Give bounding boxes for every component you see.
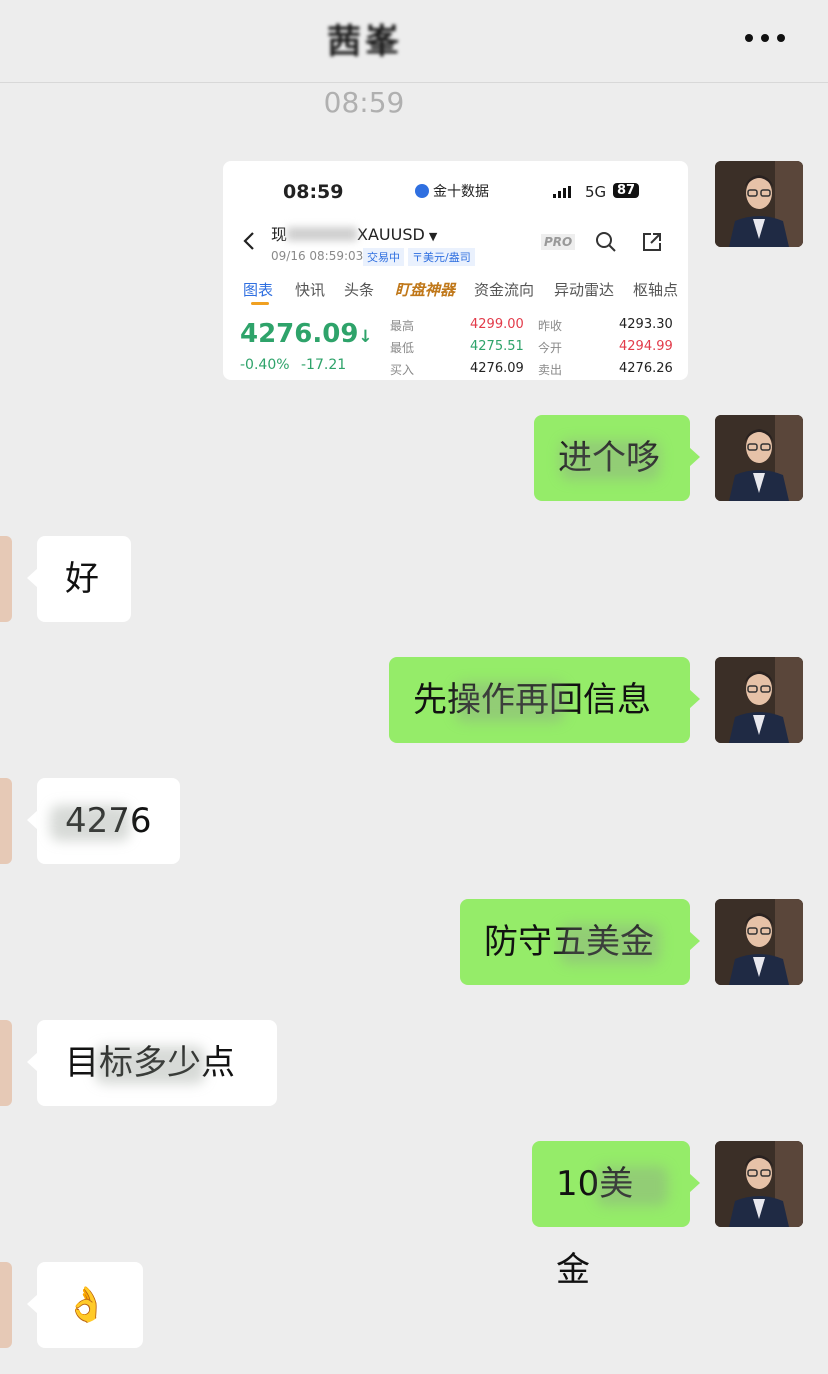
current-price: 4276.09↓ <box>240 319 373 349</box>
message-timestamp: 08:59 <box>323 86 405 119</box>
stat-label-ask: 卖出 <box>538 363 563 377</box>
privacy-blur <box>455 682 565 722</box>
stat-label-high: 最高 <box>390 319 415 333</box>
screenshot-app-name: 金十数据 <box>433 184 489 200</box>
stat-value-ask: 4276.26 <box>619 361 673 376</box>
screenshot-app-label: 金十数据 <box>415 181 489 201</box>
contact-avatar[interactable] <box>0 536 12 622</box>
back-arrow-icon[interactable] <box>243 231 255 255</box>
instrument-symbol: XAUUSD <box>357 225 425 244</box>
screenshot-status-time: 08:59 <box>283 181 344 203</box>
dropdown-caret-icon[interactable]: ▼ <box>429 230 437 243</box>
my-avatar[interactable] <box>715 415 803 501</box>
tab-pivot-points[interactable]: 枢轴点 <box>633 279 678 300</box>
stat-value-open: 4294.99 <box>619 339 673 354</box>
stat-value-high: 4299.00 <box>470 317 524 332</box>
shared-screenshot-message[interactable]: 08:59 金十数据 5G 87 现 XAUUSD ▼ 09/16 08:59:03… <box>223 161 688 380</box>
tab-capital-flow[interactable]: 资金流向 <box>474 279 534 300</box>
contact-avatar[interactable] <box>0 1262 12 1348</box>
message-bubble-received[interactable]: 好 <box>27 536 131 622</box>
stat-value-low: 4275.51 <box>470 339 524 354</box>
tab-headlines[interactable]: 头条 <box>344 279 374 300</box>
trading-status-badge: 交易中 <box>363 248 404 266</box>
pro-badge[interactable]: PRO <box>541 234 576 250</box>
blurred-name <box>287 227 358 241</box>
down-arrow-icon: ↓ <box>358 327 373 347</box>
signal-icon <box>553 186 575 202</box>
chat-title: 茜峯 <box>327 22 403 62</box>
tab-anomaly-radar[interactable]: 异动雷达 <box>554 279 614 300</box>
tab-chart[interactable]: 图表 <box>243 279 273 300</box>
my-avatar[interactable] <box>715 161 803 247</box>
stat-label-prev-close: 昨收 <box>538 319 563 333</box>
active-tab-indicator <box>251 302 269 305</box>
change-percent: -0.40% <box>240 357 290 373</box>
chat-header: 茜峯 <box>0 0 828 83</box>
tab-flash-news[interactable]: 快讯 <box>295 279 325 300</box>
battery-badge: 87 <box>613 183 640 198</box>
stat-value-bid: 4276.09 <box>470 361 524 376</box>
currency-unit-badge: 〒美元/盎司 <box>408 248 475 266</box>
privacy-blur <box>560 924 660 964</box>
current-price-value: 4276.09 <box>240 319 359 349</box>
message-bubble-received[interactable]: 👌 <box>27 1262 143 1348</box>
instrument-prefix: 现 <box>271 225 288 244</box>
change-absolute: -17.21 <box>301 357 347 373</box>
contact-avatar[interactable] <box>0 778 12 864</box>
my-avatar[interactable] <box>715 899 803 985</box>
tab-monitor-tool[interactable]: 盯盘神器 <box>395 279 455 300</box>
screenshot-network: 5G <box>585 183 607 201</box>
privacy-blur <box>596 1166 668 1206</box>
my-avatar[interactable] <box>715 657 803 743</box>
share-icon[interactable] <box>641 231 663 257</box>
app-logo-icon <box>415 184 429 198</box>
privacy-blur <box>50 805 130 841</box>
privacy-blur <box>560 440 660 480</box>
contact-avatar[interactable] <box>0 1020 12 1106</box>
stat-label-open: 今开 <box>538 341 563 355</box>
search-icon[interactable] <box>595 231 617 257</box>
more-options-icon[interactable] <box>742 30 788 44</box>
stat-label-low: 最低 <box>390 341 415 355</box>
stat-label-bid: 买入 <box>390 363 415 377</box>
my-avatar[interactable] <box>715 1141 803 1227</box>
privacy-blur <box>95 1046 205 1084</box>
stat-value-prev-close: 4293.30 <box>619 317 673 332</box>
quote-datetime: 09/16 08:59:03 <box>271 249 364 263</box>
instrument-title: 现 XAUUSD ▼ <box>271 221 437 245</box>
